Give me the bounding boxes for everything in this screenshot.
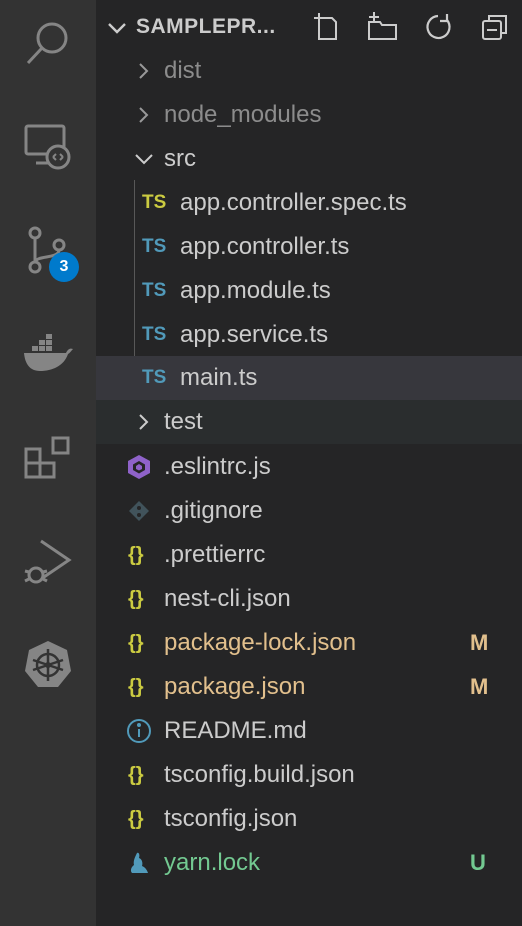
json-icon: {} [128, 631, 144, 654]
json-icon: {} [128, 807, 144, 830]
project-title[interactable]: SAMPLEPR... [136, 15, 276, 39]
typescript-icon: TS [142, 280, 167, 301]
tree-folder-node-modules[interactable]: node_modules [96, 93, 522, 137]
tree-item-label: src [164, 145, 196, 172]
tree-item-label: .gitignore [164, 497, 263, 524]
collapse-all-icon[interactable] [480, 12, 510, 46]
explorer-panel: SAMPLEPR... dist node_modules src TS app… [96, 0, 522, 926]
tree-item-label: node_modules [164, 101, 322, 128]
tree-item-label: main.ts [180, 364, 258, 391]
explorer-header: SAMPLEPR... [96, 0, 522, 56]
activity-bar: 3 [0, 0, 96, 926]
tree-item-label: app.service.ts [180, 321, 329, 348]
json-icon: {} [128, 763, 144, 786]
refresh-icon[interactable] [424, 12, 454, 46]
tree-file-tsconfig[interactable]: {} tsconfig.json [96, 797, 522, 841]
tree-item-label: app.module.ts [180, 277, 331, 304]
git-icon [128, 500, 150, 528]
source-control-badge: 3 [49, 252, 79, 282]
chevron-right-icon [134, 62, 152, 84]
source-control-icon[interactable] [0, 206, 96, 294]
run-debug-icon[interactable] [0, 518, 96, 606]
tree-file-package[interactable]: {} package.json M [96, 665, 522, 709]
typescript-icon: TS [142, 192, 167, 213]
tree-folder-dist[interactable]: dist [96, 49, 522, 93]
tree-folder-test[interactable]: test [96, 400, 522, 444]
tree-folder-src[interactable]: src [96, 137, 522, 181]
tree-item-label: package-lock.json [164, 629, 357, 656]
tree-file-yarn-lock[interactable]: yarn.lock U [96, 841, 522, 885]
tree-file-package-lock[interactable]: {} package-lock.json M [96, 621, 522, 665]
yarn-icon [128, 851, 150, 881]
new-folder-icon[interactable] [366, 12, 398, 46]
remote-explorer-icon[interactable] [0, 103, 96, 191]
extensions-icon[interactable] [0, 415, 96, 503]
tree-file-readme[interactable]: README.md [96, 709, 522, 753]
tree-file-nest-cli[interactable]: {} nest-cli.json [96, 577, 522, 621]
tree-file-eslintrc[interactable]: .eslintrc.js [96, 445, 522, 489]
chevron-right-icon [134, 413, 152, 435]
tree-file-app-module[interactable]: TS app.module.ts [96, 269, 522, 313]
tree-item-label: dist [164, 57, 202, 84]
chevron-down-icon[interactable] [106, 17, 128, 43]
tree-item-label: .eslintrc.js [164, 453, 271, 480]
tree-item-label: tsconfig.json [164, 805, 298, 832]
chevron-down-icon [134, 150, 154, 172]
json-icon: {} [128, 675, 144, 698]
tree-item-label: app.controller.spec.ts [180, 189, 407, 216]
eslint-icon [126, 454, 152, 486]
tree-file-gitignore[interactable]: .gitignore [96, 489, 522, 533]
json-icon: {} [128, 587, 144, 610]
tree-file-app-controller[interactable]: TS app.controller.ts [96, 225, 522, 269]
tree-item-label: app.controller.ts [180, 233, 350, 260]
json-icon: {} [128, 543, 144, 566]
typescript-icon: TS [142, 367, 167, 388]
docker-icon[interactable] [0, 310, 96, 398]
tree-file-prettierrc[interactable]: {} .prettierrc [96, 533, 522, 577]
tree-item-label: README.md [164, 717, 307, 744]
info-icon [126, 718, 152, 750]
typescript-icon: TS [142, 324, 167, 345]
tree-file-main[interactable]: TS main.ts [96, 356, 522, 400]
tree-item-label: test [164, 408, 203, 435]
tree-file-app-service[interactable]: TS app.service.ts [96, 313, 522, 357]
git-status-modified: M [470, 674, 489, 699]
tree-item-label: nest-cli.json [164, 585, 291, 612]
search-icon[interactable] [0, 0, 96, 88]
new-file-icon[interactable] [310, 12, 340, 46]
typescript-icon: TS [142, 236, 167, 257]
tree-item-label: tsconfig.build.json [164, 761, 355, 788]
kubernetes-icon[interactable] [0, 620, 96, 708]
tree-item-label: package.json [164, 673, 306, 700]
chevron-right-icon [134, 106, 152, 128]
tree-file-tsconfig-build[interactable]: {} tsconfig.build.json [96, 753, 522, 797]
git-status-modified: M [470, 630, 489, 655]
git-status-untracked: U [470, 850, 486, 875]
tree-file-app-controller-spec[interactable]: TS app.controller.spec.ts [96, 181, 522, 225]
tree-item-label: yarn.lock [164, 849, 261, 876]
tree-item-label: .prettierrc [164, 541, 266, 568]
